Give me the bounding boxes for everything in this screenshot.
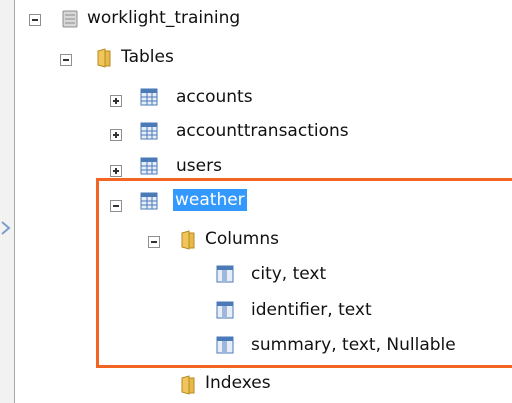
collapse-toggle-tables[interactable] [60, 54, 72, 66]
expand-toggle-accounttransactions[interactable] [110, 129, 122, 141]
table-icon [140, 88, 158, 106]
table-label-accounttransactions[interactable]: accounttransactions [176, 120, 349, 142]
object-explorer-tree: worklight_training Tables accounts accou… [14, 0, 512, 403]
table-label-users[interactable]: users [176, 155, 222, 177]
table-icon [140, 122, 158, 140]
highlight-box [96, 178, 512, 368]
table-icon [140, 157, 158, 175]
database-icon [62, 10, 78, 28]
indexes-folder-label[interactable]: Indexes [205, 372, 271, 394]
folder-icon [97, 48, 111, 68]
tables-folder-label[interactable]: Tables [121, 46, 174, 68]
expand-toggle-accounts[interactable] [110, 95, 122, 107]
side-arrow-icon [1, 221, 11, 235]
database-label[interactable]: worklight_training [87, 7, 240, 29]
expand-toggle-users[interactable] [110, 165, 122, 177]
table-label-accounts[interactable]: accounts [176, 86, 253, 108]
collapse-toggle-database[interactable] [29, 14, 41, 26]
folder-icon [181, 375, 195, 395]
